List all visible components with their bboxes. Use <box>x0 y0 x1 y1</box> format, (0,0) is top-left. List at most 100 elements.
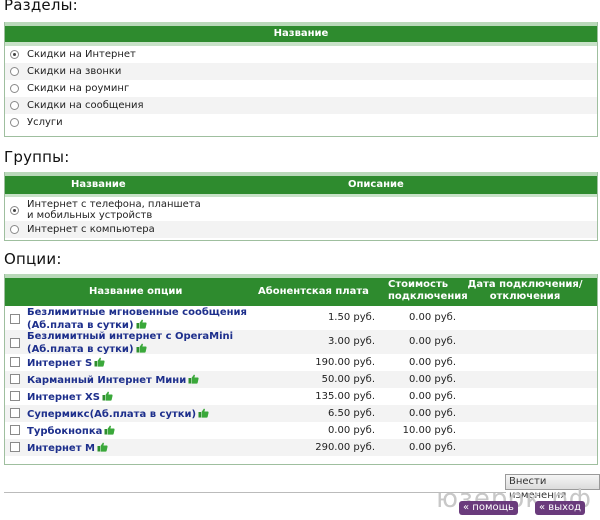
thumbs-up-icon <box>104 425 115 435</box>
option-fee: 190.00 руб. <box>315 357 375 368</box>
option-cost: 0.00 руб. <box>408 336 456 347</box>
option-cost: 0.00 руб. <box>408 357 456 368</box>
thumbs-up-icon <box>136 319 147 329</box>
option-fee: 135.00 руб. <box>315 391 375 402</box>
option-cost: 0.00 руб. <box>408 374 456 385</box>
thumbs-up-icon <box>97 442 108 452</box>
option-name[interactable]: Супермикс(Аб.плата в сутки) <box>27 408 209 420</box>
groups-table: Название Описание Интернет с телефона, п… <box>4 172 598 241</box>
thumbs-up-icon <box>188 374 199 384</box>
option-checkbox[interactable] <box>10 338 20 348</box>
exit-button[interactable]: « выход <box>535 501 586 515</box>
options-column-date-line2: отключения <box>489 291 561 302</box>
groups-column-header: Название Описание <box>5 172 597 194</box>
options-column-fee: Абонентская плата <box>258 286 369 297</box>
option-fee: 3.00 руб. <box>327 336 375 347</box>
option-row[interactable]: Карманный Интернет Мини 50.00 руб. 0.00 … <box>5 371 597 388</box>
options-column-cost-line2: подключения <box>388 291 468 302</box>
section-item-label: Скидки на роуминг <box>27 83 130 94</box>
option-checkbox[interactable] <box>10 314 20 324</box>
option-name-line1[interactable]: Безлимитные мгновенные сообщения <box>27 307 247 318</box>
option-name[interactable]: Карманный Интернет Мини <box>27 374 199 386</box>
option-name-line1[interactable]: Интернет XS <box>27 392 100 403</box>
section-radio[interactable] <box>10 67 19 76</box>
option-row[interactable]: Интернет XS 135.00 руб. 0.00 руб. <box>5 388 597 405</box>
groups-heading: Группы: <box>4 148 70 166</box>
section-radio[interactable] <box>10 118 19 127</box>
option-fee: 50.00 руб. <box>321 374 375 385</box>
group-item-phone[interactable]: Интернет с телефона, планшета и мобильны… <box>5 197 597 221</box>
option-checkbox[interactable] <box>10 442 20 452</box>
section-item-label: Скидки на Интернет <box>27 49 136 60</box>
options-column-cost: Стоимость подключения <box>388 279 468 303</box>
option-cost: 0.00 руб. <box>408 312 456 323</box>
options-column-cost-line1: Стоимость <box>388 279 449 290</box>
options-column-header: Название опции Абонентская плата Стоимос… <box>5 274 597 306</box>
option-row[interactable]: Турбокнопка 0.00 руб. 10.00 руб. <box>5 422 597 439</box>
thumbs-up-icon <box>136 343 147 353</box>
section-item-calls[interactable]: Скидки на звонки <box>5 63 597 80</box>
option-name-line1[interactable]: Безлимитный интернет с OperaMini <box>27 331 233 342</box>
sections-table: Название Скидки на Интернет Скидки на зв… <box>4 22 598 137</box>
thumbs-up-icon <box>198 408 209 418</box>
option-fee: 6.50 руб. <box>327 408 375 419</box>
option-cost: 0.00 руб. <box>408 408 456 419</box>
group-radio[interactable] <box>10 206 19 215</box>
group-item-label-line2: и мобильных устройств <box>27 210 153 221</box>
section-item-services[interactable]: Услуги <box>5 114 597 131</box>
option-row[interactable]: Безлимитный интернет с OperaMini (Аб.пла… <box>5 330 597 356</box>
option-checkbox[interactable] <box>10 408 20 418</box>
section-item-label: Скидки на звонки <box>27 66 122 77</box>
group-item-label-line1: Интернет с телефона, планшета <box>27 199 201 210</box>
thumbs-up-icon <box>102 391 113 401</box>
option-name[interactable]: Безлимитный интернет с OperaMini (Аб.пла… <box>27 331 233 356</box>
option-checkbox[interactable] <box>10 391 20 401</box>
group-item-label: Интернет с компьютера <box>27 224 155 235</box>
option-checkbox[interactable] <box>10 425 20 435</box>
group-radio[interactable] <box>10 225 19 234</box>
option-name-line1[interactable]: Интернет S <box>27 358 92 369</box>
option-name[interactable]: Интернет XS <box>27 391 113 403</box>
option-row[interactable]: Безлимитные мгновенные сообщения (Аб.пла… <box>5 306 597 332</box>
section-item-label: Скидки на сообщения <box>27 100 144 111</box>
group-item-label: Интернет с телефона, планшета и мобильны… <box>27 199 201 221</box>
option-row[interactable]: Интернет S 190.00 руб. 0.00 руб. <box>5 354 597 371</box>
options-column-date-line1: Дата подключения/ <box>467 279 583 290</box>
options-table: Название опции Абонентская плата Стоимос… <box>4 274 598 465</box>
section-item-messages[interactable]: Скидки на сообщения <box>5 97 597 114</box>
group-item-computer[interactable]: Интернет с компьютера <box>5 221 597 238</box>
option-fee: 1.50 руб. <box>327 312 375 323</box>
section-item-internet[interactable]: Скидки на Интернет <box>5 46 597 63</box>
section-radio[interactable] <box>10 101 19 110</box>
sections-column-label: Название <box>273 28 329 39</box>
sections-column-header: Название <box>5 22 597 42</box>
option-cost: 0.00 руб. <box>408 391 456 402</box>
option-name[interactable]: Безлимитные мгновенные сообщения (Аб.пла… <box>27 307 247 332</box>
options-column-name: Название опции <box>89 286 183 297</box>
section-item-roaming[interactable]: Скидки на роуминг <box>5 80 597 97</box>
options-column-date: Дата подключения/ отключения <box>465 279 585 303</box>
option-name-line1[interactable]: Интернет M <box>27 443 95 454</box>
option-checkbox[interactable] <box>10 357 20 367</box>
groups-column-name: Название <box>71 179 126 190</box>
option-fee: 290.00 руб. <box>315 442 375 453</box>
section-item-label: Услуги <box>27 117 63 128</box>
section-radio[interactable] <box>10 84 19 93</box>
option-cost: 10.00 руб. <box>402 425 456 436</box>
option-name-line1[interactable]: Карманный Интернет Мини <box>27 375 186 386</box>
help-button[interactable]: « помощь <box>459 501 518 515</box>
option-name[interactable]: Интернет M <box>27 442 108 454</box>
section-radio[interactable] <box>10 50 19 59</box>
groups-column-description: Описание <box>348 179 404 190</box>
option-checkbox[interactable] <box>10 374 20 384</box>
option-fee: 0.00 руб. <box>327 425 375 436</box>
footer-divider <box>4 492 506 493</box>
option-name-line1[interactable]: Супермикс(Аб.плата в сутки) <box>27 409 196 420</box>
option-name[interactable]: Турбокнопка <box>27 425 115 437</box>
thumbs-up-icon <box>94 357 105 367</box>
options-heading: Опции: <box>4 250 62 268</box>
option-name[interactable]: Интернет S <box>27 357 105 369</box>
option-name-line1[interactable]: Турбокнопка <box>27 426 102 437</box>
option-row[interactable]: Супермикс(Аб.плата в сутки) 6.50 руб. 0.… <box>5 405 597 422</box>
option-row[interactable]: Интернет M 290.00 руб. 0.00 руб. <box>5 439 597 456</box>
